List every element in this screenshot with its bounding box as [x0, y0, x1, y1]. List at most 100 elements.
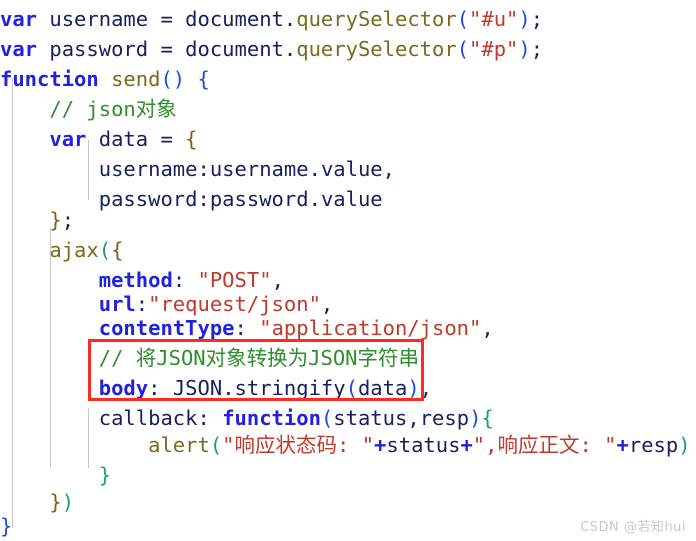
code-token: 对象转换为 [205, 346, 309, 370]
code-token: , [485, 433, 498, 457]
code-token: , [419, 376, 433, 400]
code-line[interactable]: // 将JSON对象转换为JSON字符串 [0, 343, 419, 373]
code-token: data [86, 127, 161, 151]
code-token: "#p" [469, 37, 519, 61]
code-token: var [0, 7, 38, 31]
code-line[interactable]: // json对象 [0, 94, 177, 124]
code-token: var [49, 127, 87, 151]
code-token: password [98, 187, 198, 211]
code-token: alert [148, 433, 210, 457]
code-token: document [172, 7, 284, 31]
code-token: } [49, 208, 62, 232]
code-line[interactable]: } [0, 511, 12, 541]
code-line[interactable]: function send() { [0, 64, 210, 94]
code-token: ( [345, 376, 358, 400]
code-token: . [283, 37, 297, 61]
code-token: + [616, 433, 629, 457]
code-token: , [382, 157, 395, 181]
code-token: 对象 [135, 97, 177, 121]
code-token: // [98, 346, 136, 370]
code-token: ) [678, 433, 691, 457]
code-token: { [111, 238, 124, 262]
code-token: : [234, 316, 260, 340]
code-token: { [185, 127, 198, 151]
code-line[interactable]: var data = { [0, 124, 198, 154]
code-token: + [374, 433, 387, 457]
code-token: . [308, 187, 321, 211]
code-line[interactable]: var password = document.querySelector("#… [0, 34, 543, 64]
code-token: : [148, 376, 173, 400]
code-token: JSON [172, 376, 223, 400]
code-token: " [472, 433, 486, 457]
code-token: ; [61, 208, 75, 232]
code-token: JSON [156, 346, 206, 370]
code-token: . [308, 157, 321, 181]
code-token: ) [469, 406, 482, 430]
code-token: value [320, 157, 383, 181]
code-token: " [222, 433, 235, 457]
code-line[interactable]: ajax({ [0, 235, 123, 265]
code-token: ) [61, 490, 75, 514]
code-token: querySelector [296, 37, 457, 61]
code-token: function [222, 406, 321, 430]
code-token: 响应状态码 [234, 433, 338, 457]
code-token: stringify [234, 376, 346, 400]
code-token: ) [407, 376, 420, 400]
code-token: { [481, 406, 494, 430]
code-token: data [357, 376, 408, 400]
code-token: document [172, 37, 284, 61]
code-token: , [407, 406, 420, 430]
code-token: : [197, 187, 210, 211]
code-token: : [197, 406, 223, 430]
code-token: 响应正文 [497, 433, 580, 457]
code-token: ( [456, 37, 470, 61]
code-token: status [333, 406, 408, 430]
code-token: "#u" [469, 7, 519, 31]
code-token: status [386, 433, 461, 457]
code-line[interactable]: alert("响应状态码: "+status+",响应正文: "+resp) [0, 430, 691, 460]
code-token: ( [98, 238, 112, 262]
code-token: + [460, 433, 473, 457]
code-line[interactable]: var username = document.querySelector("#… [0, 4, 543, 34]
code-token: : [197, 157, 210, 181]
code-token: } [0, 514, 13, 538]
code-token: () [160, 67, 186, 91]
csdn-watermark: CSDN @若知hui [580, 520, 686, 535]
code-token: contentType [98, 316, 235, 340]
code-editor[interactable]: var username = document.querySelector("#… [0, 0, 696, 541]
code-token: var [0, 37, 38, 61]
code-line[interactable]: username:username.value, [0, 154, 395, 184]
code-token: = [160, 7, 173, 31]
code-token: resp [419, 406, 470, 430]
code-token: "application/json" [259, 316, 482, 340]
code-line[interactable]: } [0, 460, 111, 490]
code-token: = [160, 37, 173, 61]
code-token: . [283, 7, 297, 31]
code-token: function [0, 67, 99, 91]
code-token: username [209, 157, 309, 181]
code-token: value [320, 187, 383, 211]
code-token: { [197, 67, 210, 91]
code-line[interactable]: contentType: "application/json", [0, 313, 494, 343]
code-line[interactable]: }; [0, 205, 74, 235]
code-token: ajax [49, 238, 99, 262]
code-line[interactable]: callback: function(status,resp){ [0, 403, 494, 433]
code-token: } [49, 490, 62, 514]
code-line[interactable]: body: JSON.stringify(data), [0, 373, 432, 403]
code-token: // json [49, 97, 136, 121]
code-token: ( [456, 7, 470, 31]
